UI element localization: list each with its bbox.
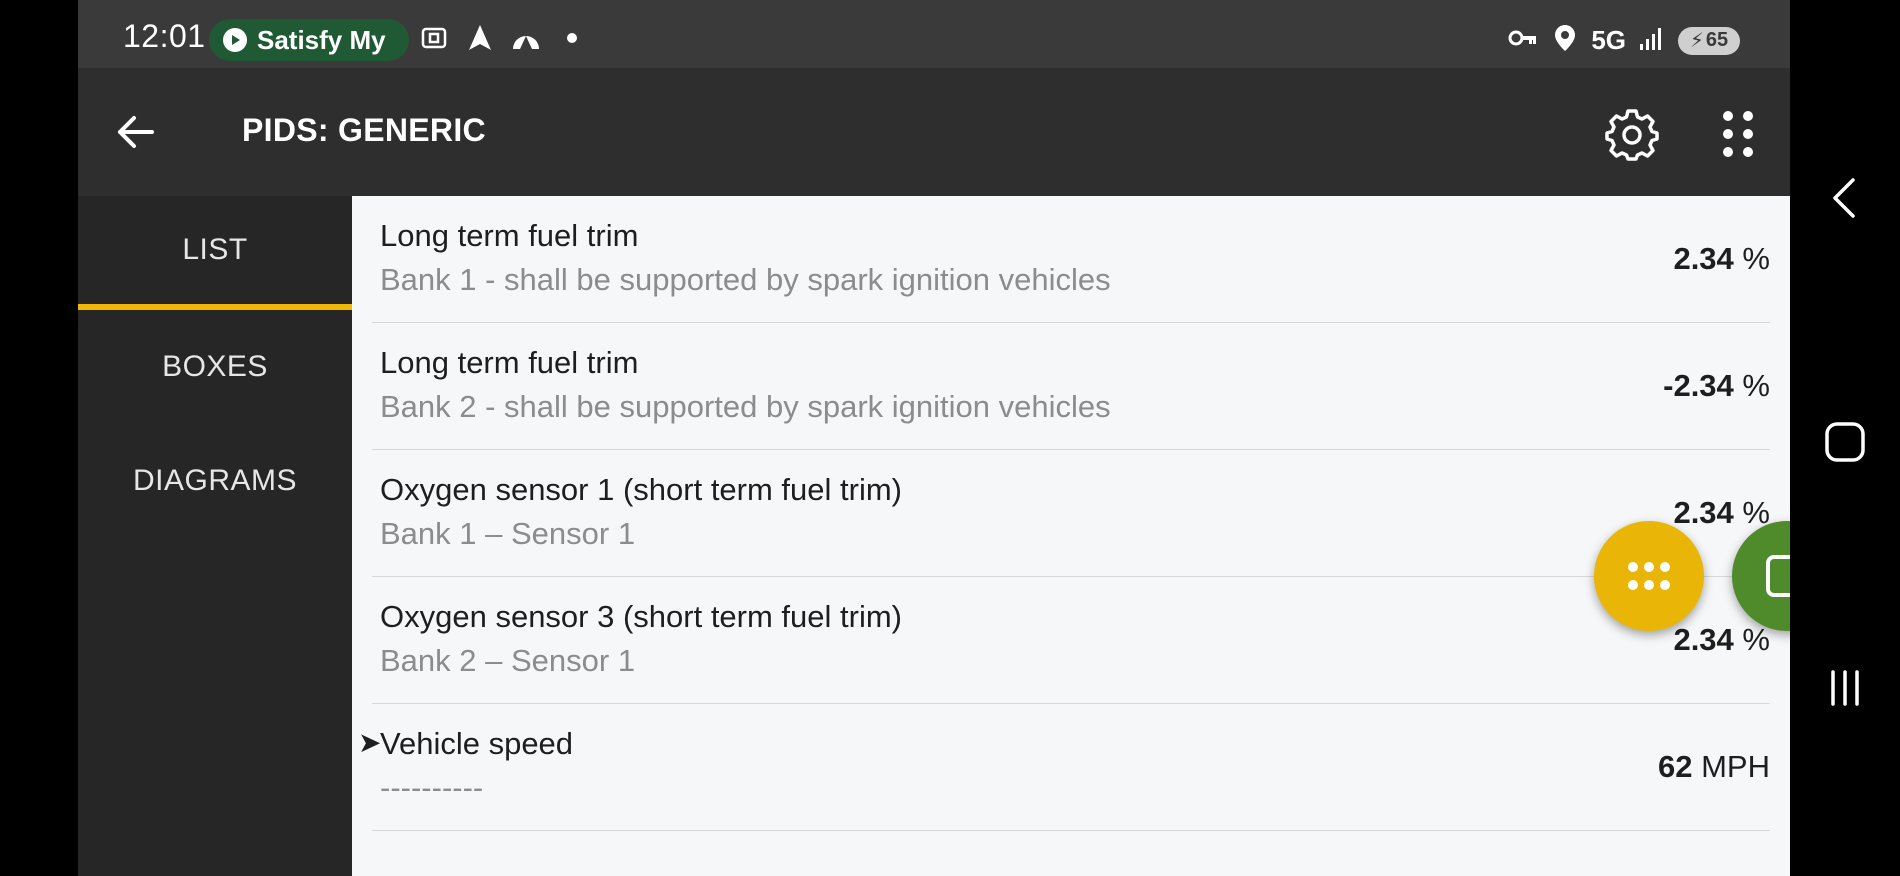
location-pin-icon: [1549, 22, 1581, 59]
dot-icon: [556, 22, 588, 59]
pid-title: Oxygen sensor 3 (short term fuel trim): [380, 599, 902, 634]
media-label: Satisfy My: [257, 24, 386, 55]
pid-unit: %: [1742, 622, 1770, 657]
home-square-icon: [1825, 422, 1865, 462]
six-dot-grid-icon: [1723, 111, 1753, 157]
status-bar: 12:01 Satisfy My 5G ⚡ 65: [78, 0, 1790, 68]
list-item[interactable]: Oxygen sensor 1 (short term fuel trim) B…: [372, 450, 1770, 577]
pid-value-display: 62 MPH: [1658, 749, 1770, 785]
side-nav: LIST BOXES DIAGRAMS: [78, 196, 352, 876]
back-button[interactable]: [108, 104, 164, 160]
system-recents-button[interactable]: [1815, 658, 1875, 718]
settings-button[interactable]: [1602, 104, 1662, 164]
pid-value: -2.34: [1663, 368, 1734, 403]
list-item[interactable]: Long term fuel trim Bank 2 - shall be su…: [372, 323, 1770, 450]
pid-unit: MPH: [1701, 749, 1770, 784]
list-item[interactable]: Oxygen sensor 3 (short term fuel trim) B…: [372, 577, 1770, 704]
app-toolbar: PIDS: GENERIC: [78, 68, 1790, 196]
battery-level: 65: [1705, 29, 1729, 51]
system-icons: 5G ⚡ 65: [1507, 22, 1740, 59]
pid-unit: %: [1742, 241, 1770, 276]
list-item[interactable]: Long term fuel trim Bank 1 - shall be su…: [372, 196, 1770, 323]
pid-subtitle: Bank 2 - shall be supported by spark ign…: [380, 389, 1111, 424]
tab-diagrams-label: DIAGRAMS: [132, 464, 298, 497]
recents-icon: [1831, 670, 1859, 706]
system-back-button[interactable]: [1815, 168, 1875, 228]
pid-unit: %: [1742, 368, 1770, 403]
pid-subtitle: Bank 2 – Sensor 1: [380, 643, 636, 678]
row-marker-icon: ➤: [358, 727, 382, 758]
app-window: 12:01 Satisfy My 5G ⚡ 65 PIDS: GENERIC L…: [78, 0, 1790, 876]
system-home-button[interactable]: [1815, 412, 1875, 472]
pid-value-display: 2.34 %: [1673, 622, 1770, 658]
tab-boxes[interactable]: BOXES: [78, 310, 352, 424]
arrow-left-icon: [118, 116, 154, 148]
pid-value: 2.34: [1673, 495, 1734, 530]
vpn-key-icon: [1507, 22, 1539, 59]
battery-indicator: ⚡ 65: [1678, 26, 1740, 55]
list-item[interactable]: ➤ Vehicle speed ---------- 62 MPH: [358, 704, 1770, 831]
play-icon: [223, 28, 247, 52]
tab-list-label: LIST: [182, 233, 248, 266]
tab-diagrams[interactable]: DIAGRAMS: [78, 424, 352, 538]
pid-value: 62: [1658, 749, 1693, 784]
pid-subtitle: Bank 1 - shall be supported by spark ign…: [380, 262, 1111, 297]
pid-title: Long term fuel trim: [380, 345, 639, 380]
android-nav-bar: [1790, 0, 1900, 876]
charging-bolt-icon: ⚡: [1689, 30, 1704, 52]
tab-list[interactable]: LIST: [78, 196, 352, 310]
media-pill[interactable]: Satisfy My: [209, 19, 409, 61]
tab-boxes-label: BOXES: [162, 350, 268, 383]
pid-value-display: 2.34 %: [1673, 241, 1770, 277]
pid-value: 2.34: [1673, 622, 1734, 657]
more-options-button[interactable]: [1708, 104, 1768, 164]
signal-icon: [1636, 22, 1668, 59]
pid-value-display: -2.34 %: [1663, 368, 1770, 404]
pid-list: Long term fuel trim Bank 1 - shall be su…: [352, 196, 1790, 876]
mountain-logo-icon: [510, 22, 542, 59]
pid-subtitle: Bank 1 – Sensor 1: [380, 516, 636, 551]
stop-square-icon: [1766, 555, 1790, 597]
layout-fab-button[interactable]: [1594, 521, 1704, 631]
pid-subtitle: ----------: [380, 770, 484, 805]
pid-title: Vehicle speed: [380, 726, 574, 761]
page-title: PIDS: GENERIC: [242, 112, 486, 148]
chevron-left-icon: [1833, 178, 1855, 218]
status-time: 12:01: [123, 18, 206, 54]
pid-value: 2.34: [1673, 241, 1734, 276]
gear-icon: [1605, 109, 1659, 161]
six-dot-grid-icon: [1628, 562, 1670, 590]
pid-value-display: 2.34 %: [1673, 495, 1770, 531]
network-label: 5G: [1591, 25, 1626, 55]
notification-icons: [418, 22, 588, 59]
pid-title: Oxygen sensor 1 (short term fuel trim): [380, 472, 902, 507]
pid-title: Long term fuel trim: [380, 218, 639, 253]
navigation-arrow-icon: [464, 22, 496, 59]
screenshot-icon: [418, 22, 450, 59]
